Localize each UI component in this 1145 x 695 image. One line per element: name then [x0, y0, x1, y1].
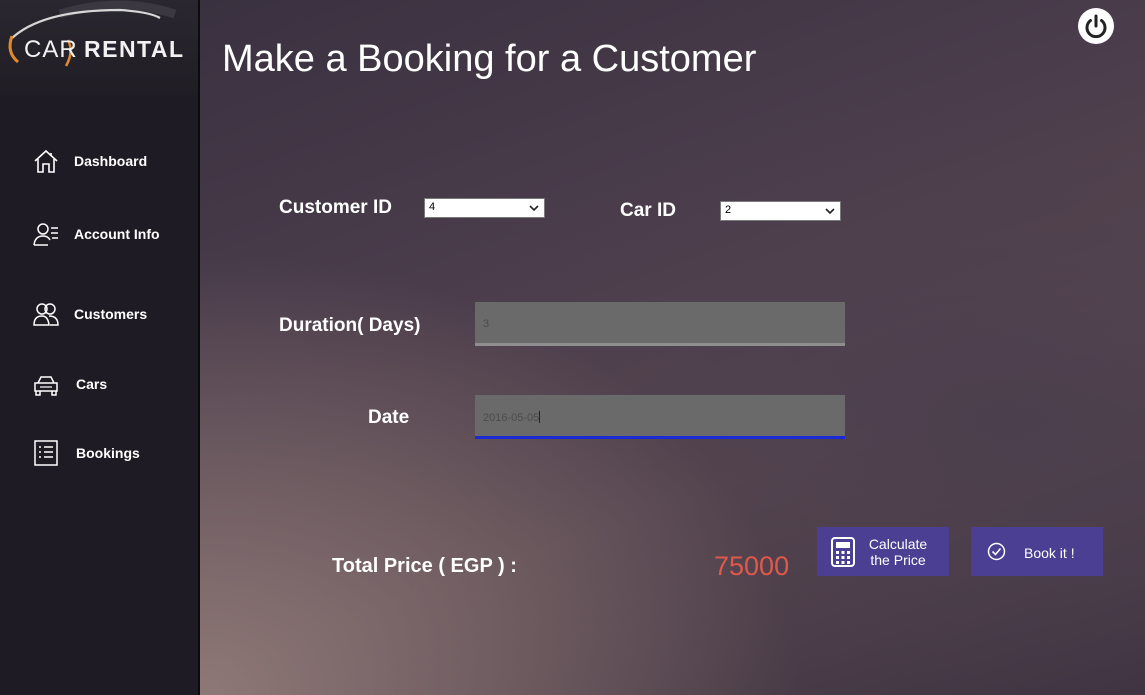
- logo-car-text: CAR: [24, 36, 78, 63]
- total-price-label: Total Price ( EGP ) :: [332, 555, 517, 577]
- calculate-price-label: Calculate the Price: [863, 536, 933, 568]
- app-logo: CAR RENTAL: [0, 0, 198, 95]
- duration-input[interactable]: 3: [475, 302, 845, 346]
- chevron-down-icon: [825, 208, 835, 215]
- sidebar-item-bookings[interactable]: Bookings: [0, 433, 198, 473]
- sidebar-item-cars[interactable]: Cars: [0, 364, 198, 404]
- sidebar: CAR RENTAL Dashboard Account Info Custom…: [0, 0, 198, 695]
- date-input[interactable]: 2016-05-05: [475, 395, 845, 439]
- sidebar-item-label: Cars: [76, 376, 108, 392]
- sidebar-item-customers[interactable]: Customers: [0, 294, 198, 334]
- date-label: Date: [368, 407, 410, 428]
- logo-rental-text: RENTAL: [84, 36, 185, 62]
- power-icon: [1085, 14, 1107, 39]
- account-icon: [33, 223, 58, 246]
- sidebar-item-label: Bookings: [76, 445, 140, 461]
- home-icon: [34, 149, 58, 173]
- duration-value: 3: [483, 318, 490, 330]
- car-id-select[interactable]: 2: [720, 201, 841, 221]
- page-title: Make a Booking for a Customer: [222, 38, 757, 80]
- duration-label: Duration( Days): [279, 315, 421, 336]
- car-id-value: 2: [725, 204, 732, 216]
- chevron-down-icon: [529, 205, 539, 212]
- sidebar-item-account-info[interactable]: Account Info: [0, 214, 198, 254]
- customer-id-select[interactable]: 4: [424, 198, 545, 218]
- total-price-value: 75000: [714, 551, 790, 581]
- main-panel: Make a Booking for a Customer Customer I…: [200, 0, 1145, 695]
- text-caret: [539, 411, 541, 423]
- car-id-label: Car ID: [620, 200, 676, 221]
- customer-id-value: 4: [429, 201, 436, 213]
- sidebar-item-label: Customers: [74, 306, 148, 322]
- sidebar-item-label: Dashboard: [74, 153, 148, 169]
- power-button[interactable]: [1078, 8, 1114, 44]
- calculate-price-button[interactable]: Calculate the Price: [817, 527, 949, 576]
- book-it-label: Book it !: [1024, 545, 1075, 561]
- customer-id-label: Customer ID: [279, 197, 392, 218]
- book-it-button[interactable]: Book it !: [971, 527, 1103, 576]
- sidebar-item-label: Account Info: [74, 226, 160, 242]
- check-circle-icon: [987, 542, 1006, 561]
- car-icon: [34, 376, 58, 396]
- users-icon: [33, 303, 59, 326]
- calculator-icon: [831, 537, 855, 567]
- sidebar-item-dashboard[interactable]: Dashboard: [0, 141, 198, 181]
- calculate-line2: the Price: [870, 552, 926, 568]
- date-value: 2016-05-05: [483, 412, 540, 424]
- calculate-line1: Calculate: [868, 536, 928, 552]
- list-icon: [34, 440, 58, 466]
